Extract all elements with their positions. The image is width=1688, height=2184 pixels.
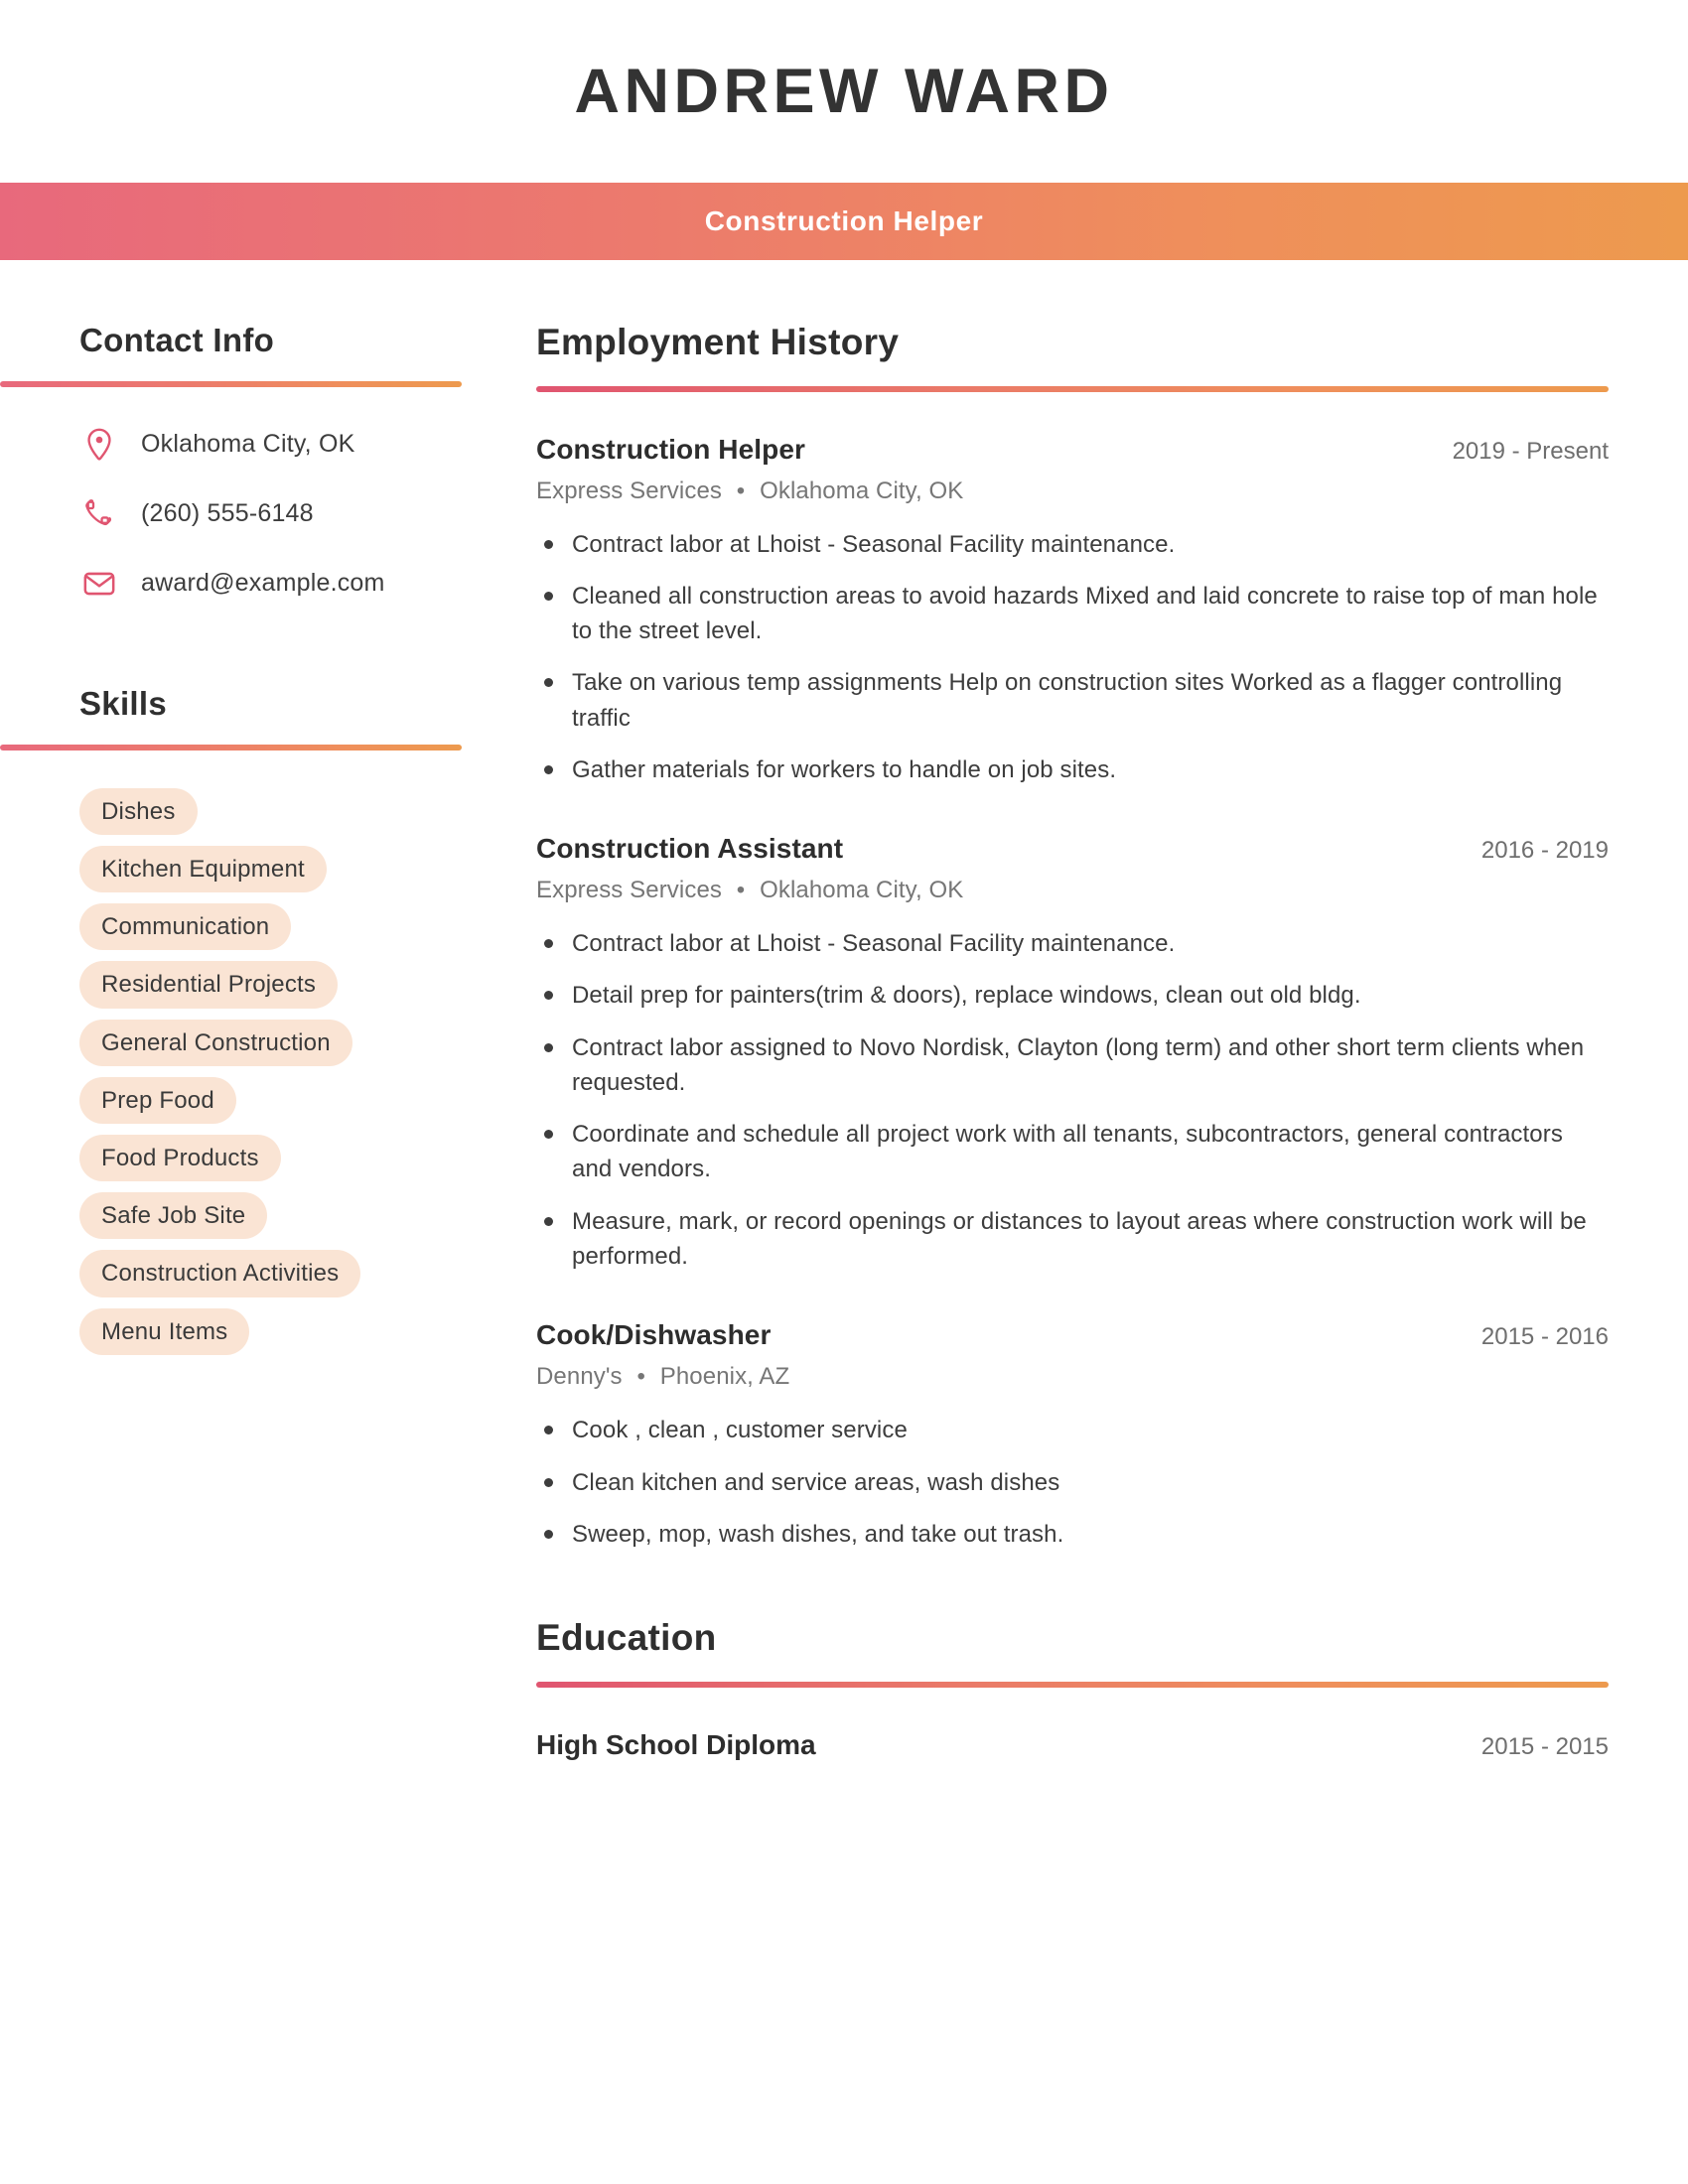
bullet-separator-icon: • (636, 1363, 645, 1391)
contact-info-divider (0, 380, 462, 387)
job-dates: 2019 - Present (1452, 437, 1609, 465)
job-company-location: Express Services • Oklahoma City, OK (536, 877, 1609, 904)
education-degree: High School Diploma (536, 1728, 816, 1760)
job-bullet: Contract labor assigned to Novo Nordisk,… (536, 1030, 1609, 1101)
envelope-icon (79, 571, 119, 597)
skill-pill: Safe Job Site (79, 1192, 268, 1240)
education-divider (536, 1681, 1609, 1688)
job-bullet: Gather materials for workers to handle o… (536, 752, 1609, 787)
job-role: Construction Helper (536, 433, 806, 465)
skill-pill: Dishes (79, 787, 198, 836)
job-dates: 2016 - 2019 (1480, 837, 1609, 865)
skill-pill: Construction Activities (79, 1250, 361, 1297)
job-role: Construction Assistant (536, 833, 844, 865)
job-bullet: Contract labor at Lhoist - Seasonal Faci… (536, 926, 1609, 961)
job-company: Express Services (536, 477, 722, 504)
job-location: Oklahoma City, OK (760, 477, 964, 504)
job-bullet: Sweep, mop, wash dishes, and take out tr… (536, 1517, 1609, 1552)
job-bullet: Coordinate and schedule all project work… (536, 1117, 1609, 1187)
job-bullet-list: Contract labor at Lhoist - Seasonal Faci… (536, 926, 1609, 1274)
job-company: Express Services (536, 877, 722, 904)
page-title: ANDREW WARD (574, 56, 1114, 126)
job-bullet: Cook , clean , customer service (536, 1413, 1609, 1447)
skills-section: Skills Dishes Kitchen Equipment Communic… (0, 685, 536, 1366)
education-entry: High School Diploma 2015 - 2015 (536, 1729, 1609, 1761)
resume-body: Contact Info Oklahoma City, OK (260) 555… (0, 260, 1688, 1761)
contact-email-value: award@example.com (141, 569, 385, 598)
employment-history-heading: Employment History (536, 322, 900, 362)
skill-pill: Residential Projects (79, 961, 339, 1009)
contact-item-location: Oklahoma City, OK (79, 425, 536, 465)
job-title-text: Construction Helper (704, 205, 984, 236)
job-title-banner: Construction Helper (0, 183, 1688, 260)
skill-pill: Prep Food (79, 1076, 236, 1124)
employment-history-section: Employment History Construction Helper 2… (536, 322, 1609, 1552)
phone-icon (79, 499, 119, 529)
job-company: Denny's (536, 1363, 623, 1391)
contact-info-heading: Contact Info (79, 322, 275, 358)
sidebar: Contact Info Oklahoma City, OK (260) 555… (0, 322, 536, 1366)
skill-pill: General Construction (79, 1019, 352, 1066)
job-location: Phoenix, AZ (659, 1363, 790, 1391)
education-dates: 2015 - 2015 (1480, 1732, 1609, 1760)
resume-header: ANDREW WARD (0, 0, 1688, 183)
job-role: Cook/Dishwasher (536, 1319, 772, 1351)
employment-history-divider (536, 385, 1609, 392)
skill-pill: Communication (79, 903, 292, 951)
education-section: Education High School Diploma 2015 - 201… (536, 1617, 1609, 1761)
job-bullet: Take on various temp assignments Help on… (536, 665, 1609, 736)
job-header: Construction Helper 2019 - Present (536, 434, 1609, 466)
job-header: Cook/Dishwasher 2015 - 2016 (536, 1319, 1609, 1351)
job-entry: Cook/Dishwasher 2015 - 2016 Denny's • Ph… (536, 1319, 1609, 1552)
job-entry: Construction Helper 2019 - Present Expre… (536, 434, 1609, 788)
job-location: Oklahoma City, OK (760, 877, 964, 904)
location-pin-icon (79, 428, 119, 462)
job-bullet-list: Contract labor at Lhoist - Seasonal Faci… (536, 527, 1609, 788)
skill-pill: Kitchen Equipment (79, 846, 327, 893)
skill-pill: Menu Items (79, 1307, 250, 1355)
contact-phone-value: (260) 555-6148 (141, 499, 314, 528)
contact-list: Oklahoma City, OK (260) 555-6148 award@e… (0, 425, 536, 604)
skills-heading: Skills (79, 684, 168, 722)
contact-item-phone: (260) 555-6148 (79, 494, 536, 534)
employment-list: Construction Helper 2019 - Present Expre… (536, 434, 1609, 1553)
skills-list: Dishes Kitchen Equipment Communication R… (0, 787, 536, 1366)
job-bullet: Measure, mark, or record openings or dis… (536, 1204, 1609, 1275)
job-company-location: Express Services • Oklahoma City, OK (536, 478, 1609, 505)
main-content: Employment History Construction Helper 2… (536, 322, 1688, 1761)
job-bullet: Detail prep for painters(trim & doors), … (536, 978, 1609, 1013)
contact-info-section: Contact Info Oklahoma City, OK (260) 555… (0, 322, 536, 604)
contact-item-email: award@example.com (79, 564, 536, 604)
contact-location-value: Oklahoma City, OK (141, 430, 355, 459)
job-entry: Construction Assistant 2016 - 2019 Expre… (536, 833, 1609, 1274)
job-company-location: Denny's • Phoenix, AZ (536, 1363, 1609, 1391)
skills-divider (0, 744, 462, 751)
job-header: Construction Assistant 2016 - 2019 (536, 833, 1609, 865)
bullet-separator-icon: • (736, 877, 746, 904)
job-bullet: Cleaned all construction areas to avoid … (536, 579, 1609, 649)
education-list: High School Diploma 2015 - 2015 (536, 1729, 1609, 1761)
job-bullet: Clean kitchen and service areas, wash di… (536, 1465, 1609, 1500)
job-bullet: Contract labor at Lhoist - Seasonal Faci… (536, 527, 1609, 562)
bullet-separator-icon: • (736, 477, 746, 504)
job-dates: 2015 - 2016 (1480, 1323, 1609, 1351)
skill-pill: Food Products (79, 1135, 281, 1182)
job-bullet-list: Cook , clean , customer service Clean ki… (536, 1413, 1609, 1552)
education-heading: Education (536, 1617, 717, 1659)
